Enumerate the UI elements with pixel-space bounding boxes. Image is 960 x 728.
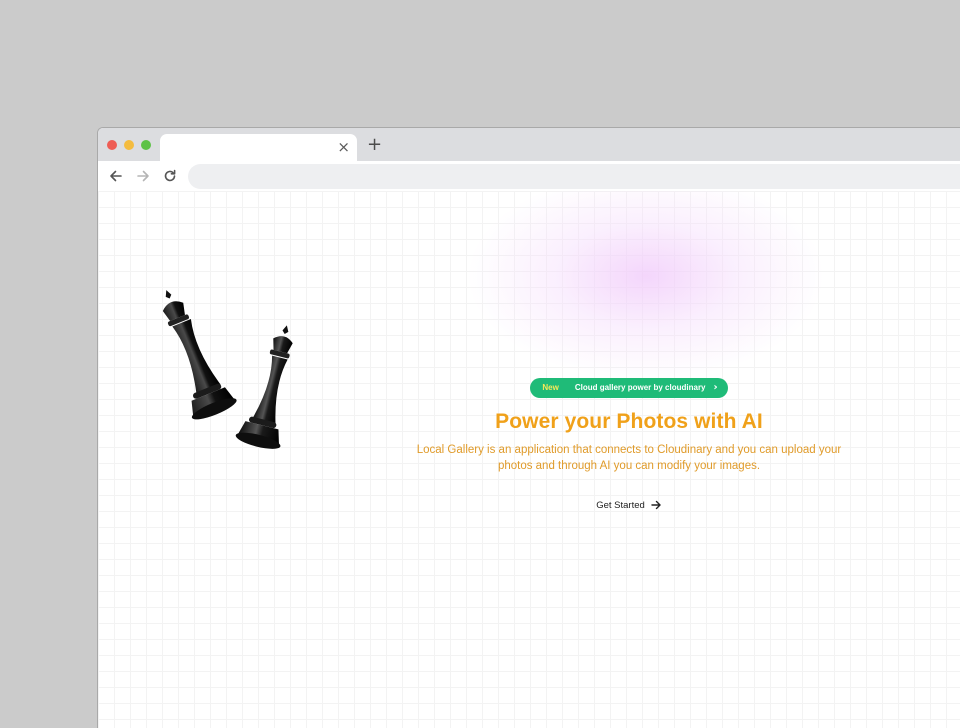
browser-toolbar (98, 161, 960, 191)
page-title: Power your Photos with AI (495, 409, 763, 433)
close-window-button[interactable] (107, 140, 117, 150)
announcement-badge[interactable]: New Cloud gallery power by cloudinary › (530, 377, 728, 398)
minimize-window-button[interactable] (124, 140, 134, 150)
maximize-window-button[interactable] (141, 140, 151, 150)
arrow-left-icon[interactable] (107, 167, 125, 185)
browser-window: × + New Cloud gallery power by cloudinar… (97, 127, 960, 728)
new-tab-button[interactable]: + (367, 136, 382, 154)
get-started-label: Get Started (596, 499, 645, 511)
hero-section: New Cloud gallery power by cloudinary › … (398, 377, 860, 513)
close-tab-icon[interactable]: × (337, 139, 350, 155)
badge-new-tag: New (542, 383, 559, 392)
hero-description: Local Gallery is an application that con… (416, 443, 842, 472)
reload-icon[interactable] (161, 167, 179, 185)
arrow-right-icon[interactable] (134, 167, 152, 185)
tab-bar: × + (98, 128, 960, 162)
background-glow (466, 191, 826, 381)
chess-kings-image (162, 290, 293, 449)
address-bar[interactable] (188, 164, 960, 189)
arrow-right-icon (651, 500, 661, 510)
get-started-link[interactable]: Get Started (596, 500, 662, 511)
page-content: New Cloud gallery power by cloudinary › … (98, 191, 960, 728)
browser-tab[interactable]: × (160, 134, 357, 162)
badge-text: Cloud gallery power by cloudinary (574, 383, 706, 392)
chevron-right-icon: › (713, 381, 718, 393)
